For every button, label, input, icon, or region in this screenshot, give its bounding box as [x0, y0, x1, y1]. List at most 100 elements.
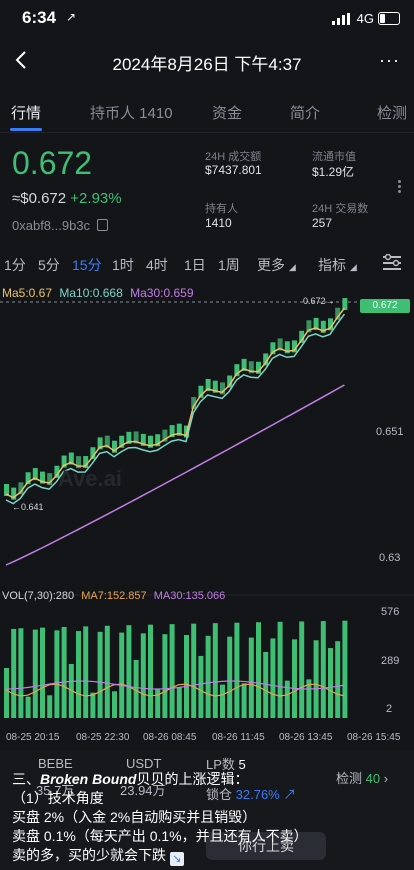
location-icon: ↗: [66, 10, 77, 24]
stat-holders-label: 持有人: [205, 203, 238, 215]
caption-line-2: （1）技术角度: [12, 790, 104, 806]
time-axis-tick: 08-26 11:45: [212, 732, 265, 743]
vol-axis-tick: 2: [386, 703, 393, 715]
current-price-tag: 0.672: [360, 299, 410, 313]
more-icon[interactable]: ···: [379, 50, 400, 71]
volume-bar: [234, 622, 240, 718]
network-label: 4G: [356, 11, 374, 26]
interval-1w[interactable]: 1周: [218, 255, 240, 275]
volume-bar: [198, 655, 204, 718]
volume-bar: [212, 623, 218, 718]
vol-label: VOL(7,30):280: [2, 590, 75, 602]
volume-bar: [241, 683, 247, 718]
volume-bar: [119, 632, 125, 718]
volume-bar: [184, 634, 189, 718]
stat-vol-label: 24H 成交额: [205, 151, 262, 163]
caption-line-5-text: 卖的多，买的少就会下跌: [12, 847, 166, 863]
caption-rest: 贝贝的上涨逻辑：: [136, 771, 249, 787]
pair-right: USDT: [126, 756, 162, 771]
interval-4h[interactable]: 4时: [146, 255, 168, 275]
usd-price-row: ≈$0.672 +2.93%: [12, 190, 122, 207]
vol-axis-tick: 289: [381, 655, 400, 667]
last-price-marker: 0.672→: [303, 296, 335, 306]
chart-down-icon: ↘: [169, 852, 184, 866]
candle: [342, 298, 348, 311]
volume-bar: [126, 625, 132, 718]
caption-bold: Broken Bound: [40, 771, 137, 787]
interval-1d[interactable]: 1日: [184, 255, 206, 275]
tab-market[interactable]: 行情: [11, 102, 41, 123]
caption-line-1: 三、Broken Bound贝贝的上涨逻辑：: [12, 770, 412, 789]
price-change: +2.93%: [70, 190, 122, 207]
tab-holders[interactable]: 持币人 1410: [90, 102, 173, 123]
volume-bar: [284, 680, 290, 718]
volume-bar: [191, 623, 197, 718]
volume-bar: [54, 630, 60, 718]
interval-1h[interactable]: 1时: [112, 255, 134, 275]
volume-bar: [90, 692, 96, 718]
volume-bar: [277, 621, 283, 718]
contract-address[interactable]: 0xabf8...9b3c: [12, 218, 108, 233]
tab-detect[interactable]: 检测: [377, 102, 407, 123]
volume-bar: [313, 640, 319, 718]
volume-bar: [61, 626, 67, 718]
time-axis-tick: 08-26 13:45: [279, 732, 333, 743]
time-axis-tick: 08-25 22:30: [76, 732, 130, 743]
stat-vol-value: $7437.801: [205, 163, 262, 177]
volume-bar: [220, 684, 225, 718]
stat-tx-value: 257: [312, 216, 333, 230]
volume-bar: [256, 622, 261, 718]
price-chart[interactable]: [0, 280, 414, 750]
tab-funds[interactable]: 资金: [212, 102, 242, 123]
volume-bar: [205, 635, 211, 718]
volume-bar: [83, 626, 89, 718]
article-caption: 三、Broken Bound贝贝的上涨逻辑： （1）技术角度 买盘 2%（入金 …: [12, 770, 412, 866]
status-time: 6:34: [22, 8, 57, 27]
volume-bar: [162, 634, 168, 718]
vol-ma30: MA30:135.066: [153, 590, 226, 602]
interval-1m[interactable]: 1分: [4, 255, 26, 275]
caption-line-4: 卖盘 0.1%（每天产出 0.1%，并且还有人不卖）: [12, 828, 308, 844]
volume-bar: [11, 628, 17, 718]
chart-watermark: Ave.ai: [58, 466, 123, 491]
interval-more[interactable]: 更多 ◢: [257, 255, 296, 275]
time-axis-tick: 08-26 08:45: [143, 732, 197, 743]
caption-prefix: 三、: [12, 771, 40, 787]
volume-bar: [4, 668, 9, 718]
volume-bar: [328, 648, 333, 718]
volume-bar: [76, 631, 81, 718]
volume-bar: [140, 633, 146, 718]
interval-5m[interactable]: 5分: [38, 255, 60, 275]
caret-down-icon: ◢: [349, 262, 357, 272]
volume-bar: [320, 621, 326, 718]
chart-settings-icon[interactable]: [382, 254, 402, 272]
price-axis-tick: 0.651: [376, 426, 404, 438]
status-bar: 6:34 ↗ 4G: [0, 0, 414, 40]
top-nav: 2024年8月26日 下午4:37 ···: [0, 40, 414, 84]
stats-more-icon[interactable]: [396, 178, 402, 198]
tab-bar: 行情 持币人 1410 资金 简介 检测: [0, 88, 414, 133]
address-text: 0xabf8...9b3c: [12, 218, 91, 233]
caption-line-5: 卖的多，买的少就会下跌 ↘: [12, 846, 412, 866]
active-tab-indicator: [10, 128, 42, 131]
stat-mcap-value: $1.29亿: [312, 165, 355, 179]
indicator-label: 指标: [318, 257, 346, 273]
volume-bar: [148, 624, 153, 718]
volume-bar: [342, 620, 348, 718]
time-axis-tick: 08-25 20:15: [6, 732, 60, 743]
time-axis-tick: 08-26 15:45: [347, 732, 401, 743]
volume-bar: [169, 624, 175, 718]
stat-mcap-label: 流通市值: [312, 151, 356, 163]
volume-bar: [155, 688, 161, 718]
tab-intro[interactable]: 简介: [290, 102, 320, 123]
low-price-marker: ←0.641: [12, 502, 44, 512]
interval-15m[interactable]: 15分: [72, 255, 102, 275]
indicator-menu[interactable]: 指标 ◢: [318, 255, 357, 275]
volume-bar: [40, 627, 45, 718]
volume-bar: [292, 639, 297, 718]
copy-icon[interactable]: [96, 219, 108, 231]
volume-bar: [112, 691, 117, 718]
stat-holders-value: 1410: [205, 216, 232, 230]
current-price-tag-text: 0.672: [372, 300, 398, 311]
volume-bar: [248, 637, 254, 718]
